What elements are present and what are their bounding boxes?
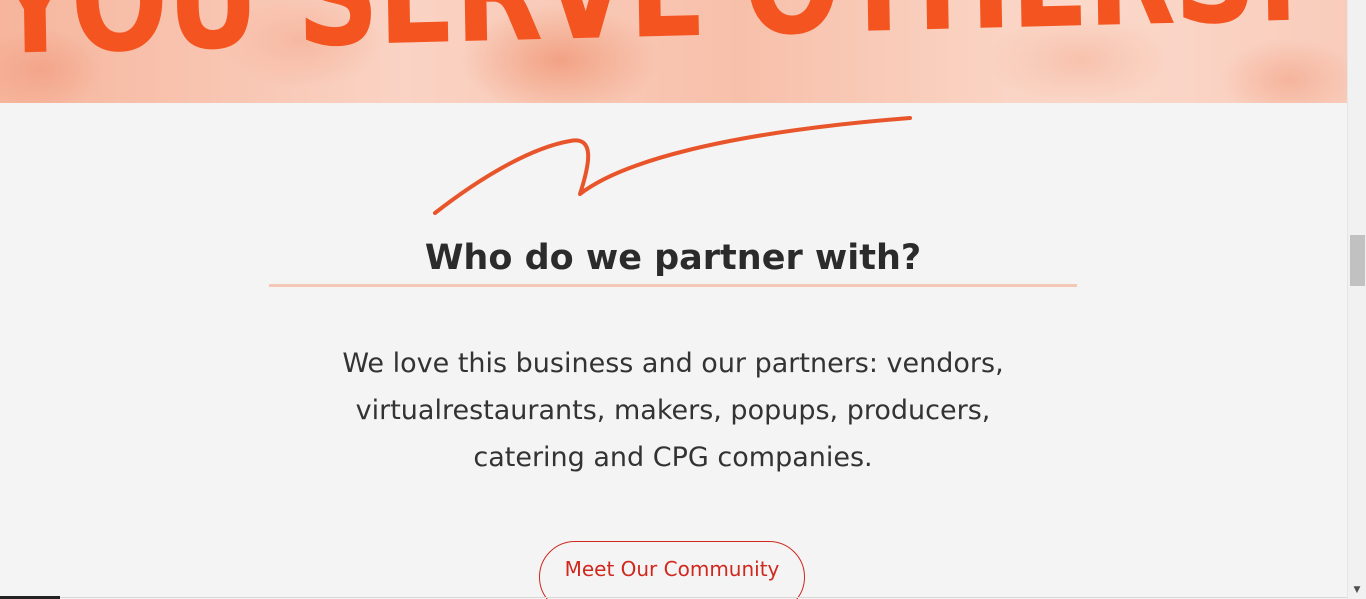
meet-our-community-label: Meet Our Community bbox=[564, 557, 780, 581]
page: YOU SERVE OTHERS: Who do we partner with… bbox=[0, 0, 1366, 599]
hero-banner: YOU SERVE OTHERS: bbox=[0, 0, 1347, 103]
vertical-scrollbar[interactable]: ▼ bbox=[1347, 0, 1366, 599]
section-description: We love this business and our partners: … bbox=[342, 348, 1004, 473]
heading-underline bbox=[269, 284, 1077, 287]
section-heading: Who do we partner with? bbox=[424, 238, 922, 278]
scrollbar-thumb[interactable] bbox=[1350, 235, 1365, 286]
bottom-divider-light bbox=[60, 597, 1347, 598]
scroll-down-arrow-icon[interactable]: ▼ bbox=[1348, 583, 1366, 597]
hero-banner-text: YOU SERVE OTHERS: bbox=[0, 0, 1300, 87]
decorative-squiggle-icon bbox=[433, 116, 912, 215]
meet-our-community-button[interactable]: Meet Our Community bbox=[539, 541, 805, 599]
